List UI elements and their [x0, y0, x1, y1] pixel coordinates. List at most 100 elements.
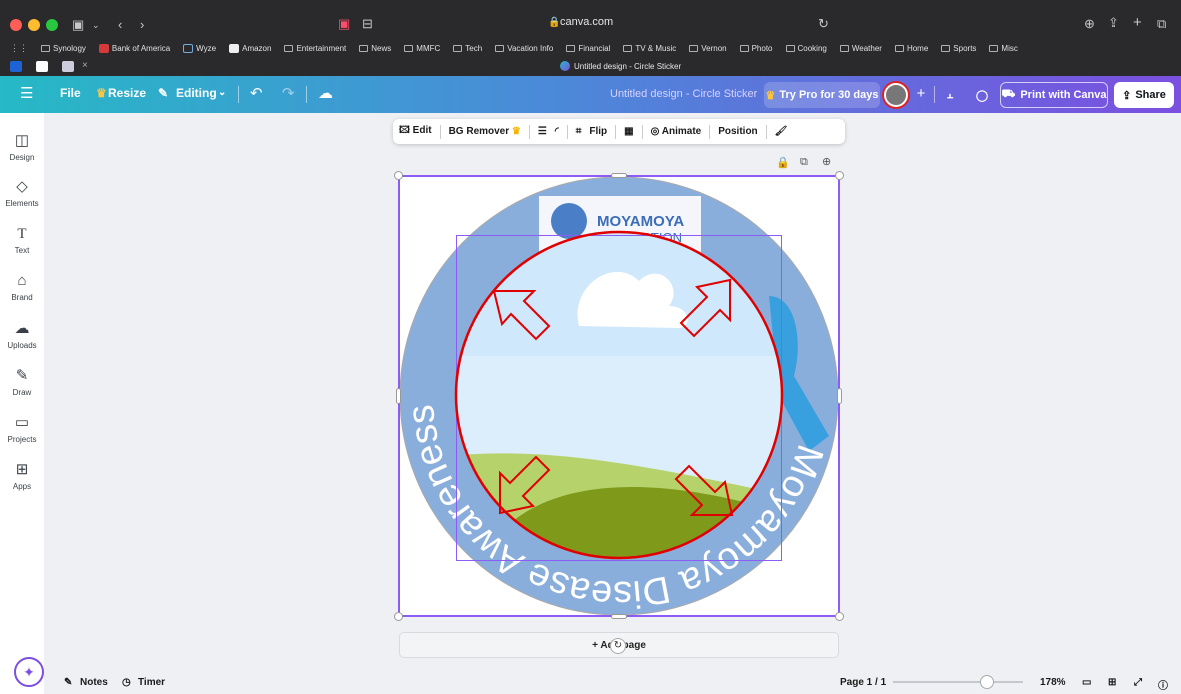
file-menu[interactable]: File — [60, 86, 81, 100]
grid-view-icon[interactable]: ⊞ — [1108, 677, 1116, 688]
bookmarks-grid-icon[interactable]: ⋮⋮ — [10, 43, 28, 54]
undo-icon[interactable]: ↶ — [250, 84, 263, 102]
zoom-slider-track[interactable] — [893, 681, 1023, 683]
help-icon[interactable]: ⓘ — [1158, 677, 1168, 692]
bookmark-mmfc[interactable]: MMFC — [404, 44, 440, 53]
zoom-window-button[interactable] — [46, 19, 58, 31]
bookmark-financial[interactable]: Financial — [566, 44, 610, 53]
reload-icon[interactable]: ↻ — [818, 17, 829, 31]
bookmark-home[interactable]: Home — [894, 44, 928, 53]
sidebar-item-projects[interactable]: ▭ Projects — [0, 413, 44, 444]
border-weight-icon[interactable]: ☰ — [538, 126, 547, 137]
bookmark-photo[interactable]: Photo — [739, 44, 773, 53]
layout-icon: ◫ — [14, 132, 30, 149]
flip-button[interactable]: Flip — [589, 126, 607, 137]
resize-button[interactable]: Resize — [108, 86, 146, 100]
bookmark-vacation-info[interactable]: Vacation Info — [495, 44, 553, 53]
chevron-down-icon[interactable]: ⌄ — [92, 18, 100, 32]
back-icon[interactable]: ‹ — [118, 18, 122, 32]
minimize-window-button[interactable] — [28, 19, 40, 31]
privacy-icon[interactable]: ⊟ — [362, 17, 373, 31]
editing-mode-button[interactable]: Editing — [176, 86, 217, 100]
canva-ext-icon[interactable]: ▣ — [338, 17, 350, 31]
active-tab[interactable]: Untitled design - Circle Sticker — [560, 61, 681, 71]
add-collaborator-icon[interactable]: + — [913, 83, 929, 105]
share-button[interactable]: ⇪ Share — [1114, 82, 1174, 108]
lock-icon: 🔒 — [548, 17, 561, 28]
edit-image-button[interactable]: 🖾 Edit — [399, 123, 432, 140]
sidebar-item-elements[interactable]: ◇ Elements — [0, 177, 44, 208]
page-view-icon[interactable]: ▭ — [1082, 677, 1091, 688]
left-sidebar: ◫ Design ◇ Elements T Text ⌂ Brand ☁ Upl… — [0, 113, 44, 694]
bookmark-entertainment[interactable]: Entertainment — [284, 44, 346, 53]
lock-icon[interactable]: 🔒 — [776, 156, 790, 169]
print-with-canva-button[interactable]: ⛟ Print with Canva — [1000, 82, 1108, 108]
tab-strip: × Untitled design - Circle Sticker — [0, 58, 1181, 76]
share-icon: ⇪ — [1122, 89, 1132, 102]
crop-icon[interactable]: ⌗ — [576, 126, 582, 137]
cloud-saved-icon[interactable]: ☁ — [318, 84, 333, 102]
bookmark-amazon[interactable]: Amazon — [229, 43, 271, 53]
rotate-handle[interactable]: ↻ — [610, 638, 626, 654]
context-toolbar: 🖾 Edit BG Remover ♛ ☰ ◜ ⌗ Flip ▦ ◎ Anima… — [393, 119, 845, 144]
fullscreen-icon[interactable]: ⤢ — [1134, 677, 1142, 688]
address-bar[interactable]: canva.com — [560, 16, 613, 28]
document-title[interactable]: Untitled design - Circle Sticker — [610, 88, 757, 100]
timer-icon: ◷ — [122, 677, 131, 688]
zoom-slider-thumb[interactable] — [979, 675, 994, 689]
sidebar-item-apps[interactable]: ⊞ Apps — [0, 460, 44, 491]
editor-header: ☰ File ♛ Resize ✎ Editing ⌄ ↶ ↷ ☁ Untitl… — [0, 76, 1181, 113]
header-divider — [934, 86, 935, 103]
pinned-tab-3[interactable] — [62, 61, 74, 72]
sidebar-item-design[interactable]: ◫ Design — [0, 131, 44, 162]
transparency-icon[interactable]: ▦ — [624, 126, 633, 137]
position-button[interactable]: Position — [718, 126, 757, 137]
bookmark-cooking[interactable]: Cooking — [785, 44, 827, 53]
animate-icon: ◎ — [650, 126, 660, 137]
animate-button[interactable]: ◎ Animate — [651, 126, 702, 137]
close-tab-icon[interactable]: × — [82, 60, 88, 71]
bookmark-synology[interactable]: Synology — [41, 44, 86, 53]
bookmark-sports[interactable]: Sports — [941, 44, 976, 53]
corner-rounding-icon[interactable]: ◜ — [555, 126, 559, 137]
bg-remover-button[interactable]: BG Remover ♛ — [449, 126, 521, 137]
folder-icon: ▭ — [14, 414, 30, 431]
notes-button[interactable]: Notes — [80, 677, 108, 688]
menu-icon[interactable]: ☰ — [20, 84, 33, 102]
bookmark-tv-music[interactable]: TV & Music — [623, 44, 676, 53]
pinned-tab-1[interactable] — [10, 61, 22, 72]
design-page[interactable]: MOYAMOYA FOUNDATION Moyamoya Disease Awa… — [394, 171, 844, 621]
bookmark-vernon[interactable]: Vernon — [689, 44, 727, 53]
forward-icon[interactable]: › — [140, 18, 144, 32]
sidebar-item-uploads[interactable]: ☁ Uploads — [0, 319, 44, 350]
bookmark-tech[interactable]: Tech — [453, 44, 482, 53]
bookmark-wyze[interactable]: Wyze — [183, 43, 216, 53]
arrow-bottom-left — [499, 455, 551, 515]
duplicate-icon[interactable]: ⧉ — [800, 156, 808, 169]
pinned-tab-2[interactable] — [36, 61, 48, 72]
copy-style-icon[interactable]: 🖌 — [775, 126, 788, 137]
page-indicator[interactable]: Page 1 / 1 — [840, 677, 886, 688]
add-page-icon[interactable]: ⊕ — [822, 155, 831, 168]
close-window-button[interactable] — [10, 19, 22, 31]
bookmark-misc[interactable]: Misc — [989, 44, 1018, 53]
insights-button[interactable]: ⫠ — [938, 82, 962, 108]
redo-icon[interactable]: ↷ — [282, 84, 295, 102]
sidebar-item-text[interactable]: T Text — [0, 224, 44, 255]
try-pro-button[interactable]: ♛ Try Pro for 30 days — [764, 82, 880, 108]
bookmark-weather[interactable]: Weather — [839, 44, 882, 53]
tab-overview-icon[interactable]: ⧉ — [1157, 17, 1166, 31]
new-tab-icon[interactable]: + — [1133, 15, 1142, 30]
comments-button[interactable]: ◯ — [970, 82, 994, 108]
timer-button[interactable]: Timer — [138, 677, 165, 688]
sidebar-toggle-icon[interactable]: ▣ — [72, 18, 84, 32]
sidebar-item-draw[interactable]: ✎ Draw — [0, 366, 44, 397]
download-icon[interactable]: ⊕ — [1084, 17, 1095, 31]
zoom-level[interactable]: 178% — [1040, 677, 1066, 688]
bookmark-news[interactable]: News — [359, 44, 391, 53]
bookmarks-bar: ⋮⋮ Synology Bank of America Wyze Amazon … — [0, 38, 1181, 58]
sidebar-item-brand[interactable]: ⌂ Brand — [0, 271, 44, 302]
share-sheet-icon[interactable]: ⇪ — [1108, 16, 1119, 30]
bookmark-bank-of-america[interactable]: Bank of America — [98, 43, 170, 53]
avatar[interactable] — [884, 83, 908, 107]
